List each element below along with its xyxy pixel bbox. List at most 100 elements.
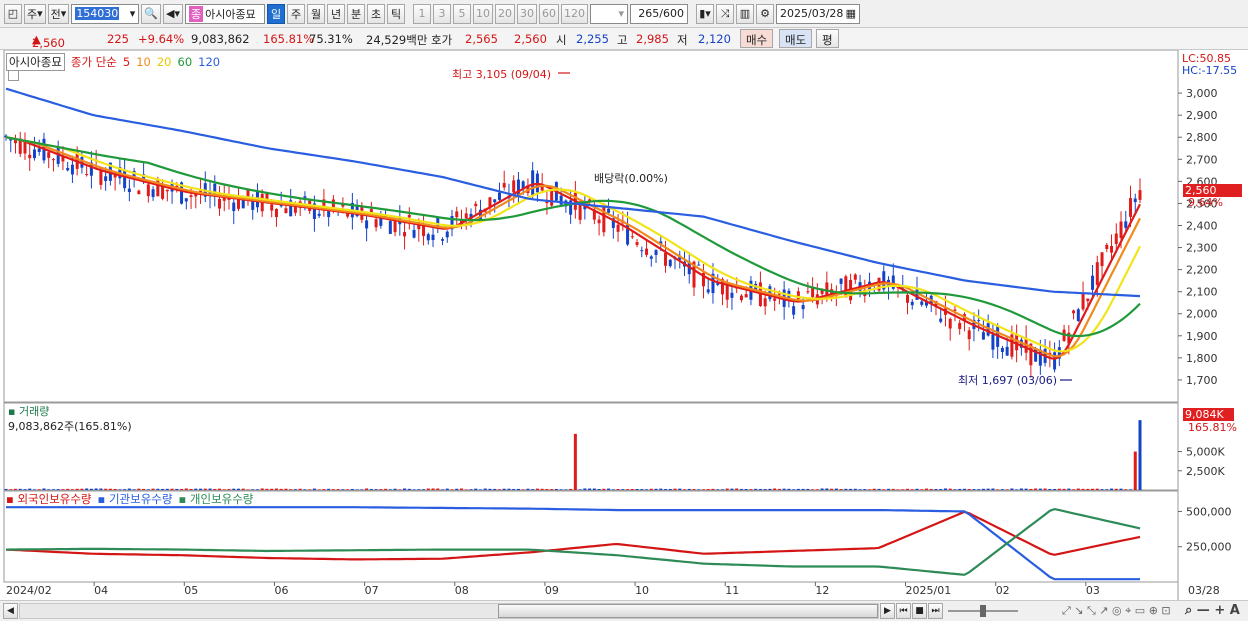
candle-body	[806, 291, 810, 293]
panel-collapse-icon[interactable]	[8, 70, 19, 81]
drawing-tools-icon[interactable]: ⤢ ↘ ⤡ ↗ ◎ ⌖ ▭ ⊕ ⊡	[1060, 604, 1173, 618]
volume-bar	[882, 489, 886, 490]
interval-3[interactable]: 3	[433, 3, 451, 24]
average-button[interactable]: 평	[816, 29, 839, 48]
volume-bar	[811, 489, 815, 490]
volume-bar	[113, 488, 117, 490]
ma-120-label[interactable]: 120	[198, 55, 220, 69]
period-tab-week[interactable]: 주	[287, 3, 305, 24]
period-tab-tick[interactable]: 틱	[387, 3, 405, 24]
zoom-slider-handle[interactable]	[980, 605, 986, 617]
trade-amount: 24,529백만	[366, 33, 428, 47]
volume-bar	[146, 489, 150, 490]
volume-bar	[365, 488, 369, 490]
volume-bar	[839, 489, 843, 490]
x-axis-label: 07	[365, 584, 379, 597]
calendar-icon[interactable]: ▦	[846, 7, 856, 20]
quote-bar: 2,560 ▲ 225 +9.64% 9,083,862 165.81% 75.…	[0, 28, 1248, 50]
candle-body	[365, 220, 369, 229]
date-input[interactable]: 2025/03/28 ▦	[776, 3, 860, 24]
volume-bar	[488, 488, 492, 490]
scroll-start-icon[interactable]: ⏮	[896, 603, 911, 619]
interval-custom-select[interactable]: ▾	[590, 3, 628, 24]
volume-bar	[317, 489, 321, 490]
candle-body	[939, 318, 943, 322]
buy-button[interactable]: 매수	[740, 29, 774, 48]
stock-name-field[interactable]: 종 아시아종묘	[185, 3, 265, 24]
horizontal-scroll-thumb[interactable]	[498, 604, 878, 618]
volume-bar	[350, 488, 354, 490]
interval-30[interactable]: 30	[517, 3, 537, 24]
period-tab-month[interactable]: 월	[307, 3, 325, 24]
volume-bar	[626, 489, 630, 490]
speaker-icon[interactable]: ◀▾	[163, 3, 183, 24]
candle-type-icon[interactable]: ▮▾	[696, 3, 714, 24]
interval-20[interactable]: 20	[495, 3, 515, 24]
volume-bar	[815, 489, 819, 490]
candle-body	[497, 192, 501, 200]
interval-120[interactable]: 120	[561, 3, 588, 24]
chart-area[interactable]: 1,700 1,800 1,900 2,000 2,100 2,200 2,300 2,400…	[0, 50, 1248, 600]
volume-bar	[877, 488, 881, 490]
stock-code-input[interactable]: 154030 ▾	[71, 3, 140, 24]
candle-body	[607, 208, 611, 213]
price-tick-label: 2,100	[1186, 286, 1218, 299]
ma-20-label[interactable]: 20	[157, 55, 172, 69]
period-tab-year[interactable]: 년	[327, 3, 345, 24]
volume-bar	[478, 489, 482, 490]
scroll-left-icon[interactable]: ◀	[3, 603, 18, 619]
interval-1[interactable]: 1	[413, 3, 431, 24]
candle-body	[1086, 298, 1090, 301]
volume-bar	[787, 488, 791, 490]
sell-button[interactable]: 매도	[779, 29, 813, 48]
foreign-holding-label[interactable]: ▪ 외국인보유수량	[6, 491, 92, 507]
volume-bar	[673, 488, 677, 490]
current-pct-tag: 9.64%	[1188, 196, 1223, 209]
volume-bar	[872, 488, 876, 490]
price-tick-label: 3,000	[1186, 87, 1218, 100]
candle-body	[32, 149, 36, 159]
period-type-select[interactable]: 주 ▾	[24, 3, 46, 24]
volume-bar	[279, 488, 283, 490]
ma-60-label[interactable]: 60	[178, 55, 193, 69]
ma-5-label[interactable]: 5	[123, 55, 130, 69]
period-tab-day[interactable]: 일	[267, 3, 285, 24]
volume-bar	[47, 489, 51, 490]
volume-bar	[1005, 489, 1009, 490]
layout-icon[interactable]: ▥	[736, 3, 754, 24]
chart-menu-icon[interactable]: ◰	[4, 3, 22, 24]
chart-canvas[interactable]: 1,700 1,800 1,900 2,000 2,100 2,200 2,300 2,400…	[0, 50, 1248, 600]
ma-10-label[interactable]: 10	[136, 55, 151, 69]
interval-10[interactable]: 10	[473, 3, 493, 24]
volume-bar	[85, 488, 89, 490]
indicator-icon[interactable]: ⤨	[716, 3, 734, 24]
volume-bar	[241, 488, 245, 490]
volume-bar	[289, 489, 293, 490]
stop-icon[interactable]: ■	[912, 603, 927, 619]
period-tab-second[interactable]: 초	[367, 3, 385, 24]
horizontal-scroll-track[interactable]	[19, 603, 879, 619]
interval-5[interactable]: 5	[453, 3, 471, 24]
low-price: 2,120	[698, 32, 731, 46]
price-legend-name[interactable]: 아시아종묘	[6, 53, 65, 71]
scroll-end-icon[interactable]: ⏭	[928, 603, 943, 619]
zoom-controls[interactable]: ⌕ — + A	[1183, 603, 1242, 618]
candle-body	[744, 294, 748, 298]
scroll-right-icon[interactable]: ▶	[880, 603, 895, 619]
count-input[interactable]: 265/600	[630, 3, 688, 24]
period-tab-minute[interactable]: 분	[347, 3, 365, 24]
x-axis-label: 2025/01	[906, 584, 952, 597]
interval-60[interactable]: 60	[539, 3, 559, 24]
candle-body	[99, 170, 103, 185]
settings-gear-icon[interactable]: ⚙	[756, 3, 774, 24]
individual-holding-label[interactable]: ▪ 개인보유수량	[178, 491, 253, 507]
price-legend-ma-label[interactable]: 종가 단순	[71, 54, 117, 70]
institution-holding-label[interactable]: ▪ 기관보유수량	[98, 491, 173, 507]
candle-body	[844, 276, 848, 298]
volume-bar	[573, 433, 577, 490]
market-select[interactable]: 전 ▾	[47, 3, 70, 24]
volume-bar	[834, 488, 838, 490]
volume-bar	[512, 489, 516, 490]
volume-bar	[1024, 488, 1028, 490]
search-icon[interactable]: 🔍	[141, 3, 162, 24]
